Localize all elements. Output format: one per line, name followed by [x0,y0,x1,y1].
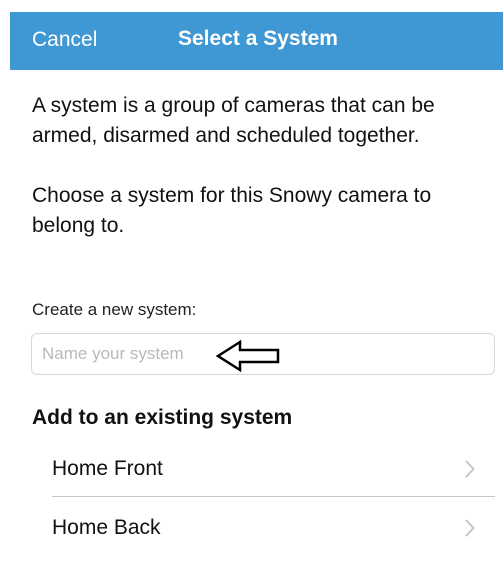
create-system-label: Create a new system: [32,300,197,319]
system-description-text: A system is a group of cameras that can … [32,94,435,147]
system-row-home-front[interactable]: Home Front [52,444,495,497]
existing-system-heading: Add to an existing system [32,406,293,429]
chevron-right-icon [465,519,475,537]
left-arrow-icon [216,339,280,373]
chevron-right-icon [465,460,475,478]
page-title: Select a System [178,27,338,50]
choose-system-instruction: Choose a system for this Snowy camera to… [32,184,432,237]
navigation-bar: Cancel Select a System [10,12,503,70]
system-row-home-back[interactable]: Home Back [52,503,495,553]
cancel-button[interactable]: Cancel [32,28,97,52]
system-row-label: Home Back [52,516,161,539]
system-row-label: Home Front [52,457,163,480]
